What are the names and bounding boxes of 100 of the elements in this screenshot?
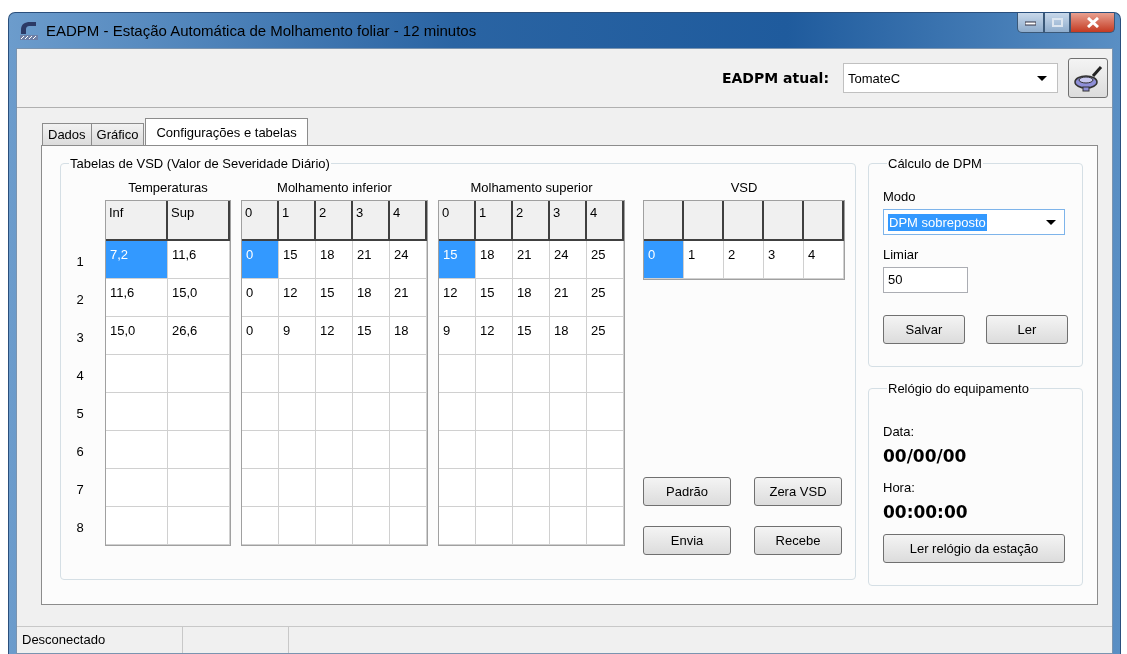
column-header[interactable]: 2	[316, 201, 353, 241]
column-header[interactable]: 4	[390, 201, 427, 241]
empty-cell[interactable]	[587, 431, 624, 469]
empty-cell[interactable]	[279, 393, 316, 431]
action-button[interactable]: Padrão	[643, 477, 731, 506]
table-cell[interactable]: 12	[279, 279, 316, 317]
empty-cell[interactable]	[550, 507, 587, 545]
table-cell[interactable]: 0	[242, 317, 279, 355]
empty-cell[interactable]	[316, 431, 353, 469]
column-header[interactable]: 1	[476, 201, 513, 241]
table-cell[interactable]: 11,6	[106, 279, 168, 317]
tab[interactable]: Dados	[42, 123, 92, 145]
table-cell[interactable]: 15,0	[168, 279, 230, 317]
empty-cell[interactable]	[353, 507, 390, 545]
station-dropdown[interactable]: TomateC	[843, 63, 1058, 93]
table-cell[interactable]: 0	[242, 279, 279, 317]
empty-cell[interactable]	[476, 507, 513, 545]
table-cell[interactable]: 25	[587, 279, 624, 317]
maximize-button[interactable]	[1044, 13, 1070, 33]
empty-cell[interactable]	[279, 355, 316, 393]
table-cell[interactable]: 21	[353, 241, 390, 279]
empty-cell[interactable]	[550, 355, 587, 393]
action-button[interactable]: Salvar	[883, 315, 965, 344]
empty-cell[interactable]	[587, 507, 624, 545]
minimize-button[interactable]	[1017, 13, 1044, 33]
table-cell[interactable]: 21	[513, 241, 550, 279]
empty-cell[interactable]	[106, 393, 168, 431]
table-cell[interactable]: 1	[684, 241, 724, 279]
empty-cell[interactable]	[550, 393, 587, 431]
empty-cell[interactable]	[279, 431, 316, 469]
empty-cell[interactable]	[106, 507, 168, 545]
table-cell[interactable]: 11,6	[168, 241, 230, 279]
threshold-field[interactable]: 50	[883, 267, 968, 293]
empty-cell[interactable]	[242, 355, 279, 393]
column-header[interactable]	[724, 201, 764, 241]
empty-cell[interactable]	[439, 507, 476, 545]
column-header[interactable]: 4	[587, 201, 624, 241]
table-cell[interactable]: 15	[476, 279, 513, 317]
empty-cell[interactable]	[168, 431, 230, 469]
column-header[interactable]: Inf	[106, 201, 168, 241]
empty-cell[interactable]	[550, 469, 587, 507]
empty-cell[interactable]	[316, 469, 353, 507]
table-cell[interactable]: 2	[724, 241, 764, 279]
action-button[interactable]: Recebe	[754, 526, 842, 555]
empty-cell[interactable]	[476, 355, 513, 393]
tab[interactable]: Gráfico	[90, 123, 145, 145]
table-cell[interactable]: 18	[353, 279, 390, 317]
column-header[interactable]: 3	[550, 201, 587, 241]
empty-cell[interactable]	[242, 431, 279, 469]
empty-cell[interactable]	[242, 393, 279, 431]
empty-cell[interactable]	[353, 355, 390, 393]
column-header[interactable]	[764, 201, 804, 241]
empty-cell[interactable]	[390, 507, 427, 545]
table-cell[interactable]: 25	[587, 317, 624, 355]
table-cell[interactable]: 9	[279, 317, 316, 355]
empty-cell[interactable]	[390, 393, 427, 431]
table-cell[interactable]: 21	[390, 279, 427, 317]
empty-cell[interactable]	[513, 469, 550, 507]
table-cell[interactable]: 25	[587, 241, 624, 279]
empty-cell[interactable]	[439, 431, 476, 469]
column-header[interactable]: 2	[513, 201, 550, 241]
action-button[interactable]: Ler	[986, 315, 1068, 344]
empty-cell[interactable]	[476, 431, 513, 469]
column-header[interactable]	[644, 201, 684, 241]
table-cell[interactable]: 3	[764, 241, 804, 279]
empty-cell[interactable]	[587, 469, 624, 507]
empty-cell[interactable]	[106, 469, 168, 507]
action-button[interactable]: Envia	[643, 526, 731, 555]
empty-cell[interactable]	[439, 393, 476, 431]
table-cell[interactable]: 18	[316, 241, 353, 279]
table-cell[interactable]: 15	[316, 279, 353, 317]
table-cell[interactable]: 18	[550, 317, 587, 355]
empty-cell[interactable]	[439, 469, 476, 507]
close-button[interactable]	[1070, 13, 1115, 33]
empty-cell[interactable]	[513, 507, 550, 545]
empty-cell[interactable]	[279, 469, 316, 507]
empty-cell[interactable]	[353, 393, 390, 431]
table-cell[interactable]: 24	[550, 241, 587, 279]
table-cell[interactable]: 24	[390, 241, 427, 279]
table-cell[interactable]: 26,6	[168, 317, 230, 355]
empty-cell[interactable]	[106, 431, 168, 469]
read-clock-button[interactable]: Ler relógio da estação	[883, 534, 1065, 563]
empty-cell[interactable]	[353, 469, 390, 507]
empty-cell[interactable]	[513, 355, 550, 393]
action-button[interactable]: Zera VSD	[754, 477, 842, 506]
empty-cell[interactable]	[390, 431, 427, 469]
column-header[interactable]	[804, 201, 844, 241]
empty-cell[interactable]	[106, 355, 168, 393]
empty-cell[interactable]	[279, 507, 316, 545]
table-cell[interactable]: 12	[439, 279, 476, 317]
empty-cell[interactable]	[168, 507, 230, 545]
table-cell[interactable]: 4	[804, 241, 844, 279]
column-header[interactable]	[684, 201, 724, 241]
table-cell[interactable]: 18	[476, 241, 513, 279]
empty-cell[interactable]	[316, 507, 353, 545]
table-cell[interactable]: 21	[550, 279, 587, 317]
table-cell[interactable]: 15,0	[106, 317, 168, 355]
empty-cell[interactable]	[168, 355, 230, 393]
empty-cell[interactable]	[587, 393, 624, 431]
empty-cell[interactable]	[242, 469, 279, 507]
